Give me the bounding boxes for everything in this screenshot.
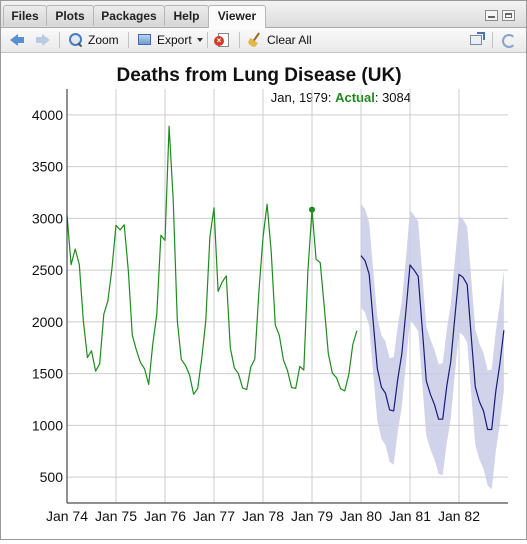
- export-image-icon: [137, 32, 153, 48]
- x-tick-label: Jan 75: [95, 508, 137, 524]
- y-tick-label: 3500: [32, 159, 63, 175]
- back-button[interactable]: [9, 31, 25, 49]
- forecast-interval-band: [361, 203, 504, 490]
- y-tick-label: 1000: [32, 417, 63, 433]
- minimize-pane-icon[interactable]: [485, 10, 498, 21]
- y-tick-label: 2000: [32, 314, 63, 330]
- tab-help[interactable]: Help: [164, 5, 209, 26]
- legend-series-name: Actual: [335, 90, 375, 105]
- chart-legend: Jan, 1979: Actual: 3084: [271, 90, 411, 105]
- zoom-icon: [68, 32, 84, 48]
- toolbar-divider: [239, 32, 240, 48]
- show-in-new-window-button[interactable]: [468, 31, 485, 49]
- viewer-toolbar: Zoom Export × Clear All: [1, 28, 526, 53]
- tab-bar: Files Plots Packages Help Viewer: [1, 1, 526, 28]
- x-tick-label: Jan 79: [291, 508, 333, 524]
- clear-all-label: Clear All: [267, 33, 312, 47]
- x-tick-label: Jan 80: [340, 508, 382, 524]
- confidence-band: [361, 203, 504, 490]
- toolbar-divider: [207, 32, 208, 48]
- pop-out-icon: [468, 32, 485, 48]
- y-tick-label: 500: [40, 469, 64, 485]
- zoom-label: Zoom: [88, 33, 119, 47]
- legend-colon: :: [328, 90, 335, 105]
- x-tick-label: Jan 76: [144, 508, 186, 524]
- forward-button[interactable]: [35, 31, 51, 49]
- legend-date: Jan, 1979: [271, 90, 328, 105]
- toolbar-divider: [128, 32, 129, 48]
- legend-value: 3084: [382, 90, 411, 105]
- tab-plots[interactable]: Plots: [46, 5, 94, 26]
- y-tick-label: 1500: [32, 366, 63, 382]
- x-tick-label: Jan 81: [389, 508, 431, 524]
- chevron-down-icon: [196, 38, 203, 42]
- refresh-icon: [500, 32, 516, 48]
- broom-icon: [247, 32, 263, 49]
- tab-viewer[interactable]: Viewer: [208, 5, 266, 28]
- highlighted-data-point: [309, 206, 315, 213]
- arrow-right-icon: [35, 32, 51, 48]
- tab-packages[interactable]: Packages: [93, 5, 165, 26]
- toolbar-divider: [59, 32, 60, 48]
- refresh-button[interactable]: [500, 31, 516, 49]
- export-label: Export: [157, 33, 192, 47]
- tab-files[interactable]: Files: [3, 5, 47, 26]
- y-tick-label: 4000: [32, 107, 63, 123]
- x-tick-label: Jan 78: [242, 508, 284, 524]
- maximize-pane-icon[interactable]: [502, 10, 515, 21]
- y-tick-label: 2500: [32, 262, 63, 278]
- x-tick-label: Jan 77: [193, 508, 235, 524]
- clear-all-button[interactable]: Clear All: [247, 31, 312, 49]
- arrow-left-icon: [9, 32, 25, 48]
- x-tick-label: Jan 82: [438, 508, 480, 524]
- remove-button[interactable]: ×: [214, 31, 230, 49]
- chart-title: Deaths from Lung Disease (UK): [116, 65, 401, 86]
- viewer-content: Deaths from Lung Disease (UK) Jan, 1979:…: [1, 53, 526, 539]
- viewer-pane: Files Plots Packages Help Viewer Zoom Ex…: [0, 0, 527, 540]
- y-tick-label: 3000: [32, 210, 63, 226]
- export-button[interactable]: Export: [137, 31, 203, 49]
- toolbar-divider: [492, 32, 493, 48]
- remove-plot-icon: ×: [214, 32, 230, 48]
- zoom-button[interactable]: Zoom: [68, 31, 119, 49]
- legend-separator: :: [375, 90, 382, 105]
- x-tick-label: Jan 74: [46, 508, 88, 524]
- dygraph-chart[interactable]: Deaths from Lung Disease (UK) Jan, 1979:…: [1, 53, 526, 539]
